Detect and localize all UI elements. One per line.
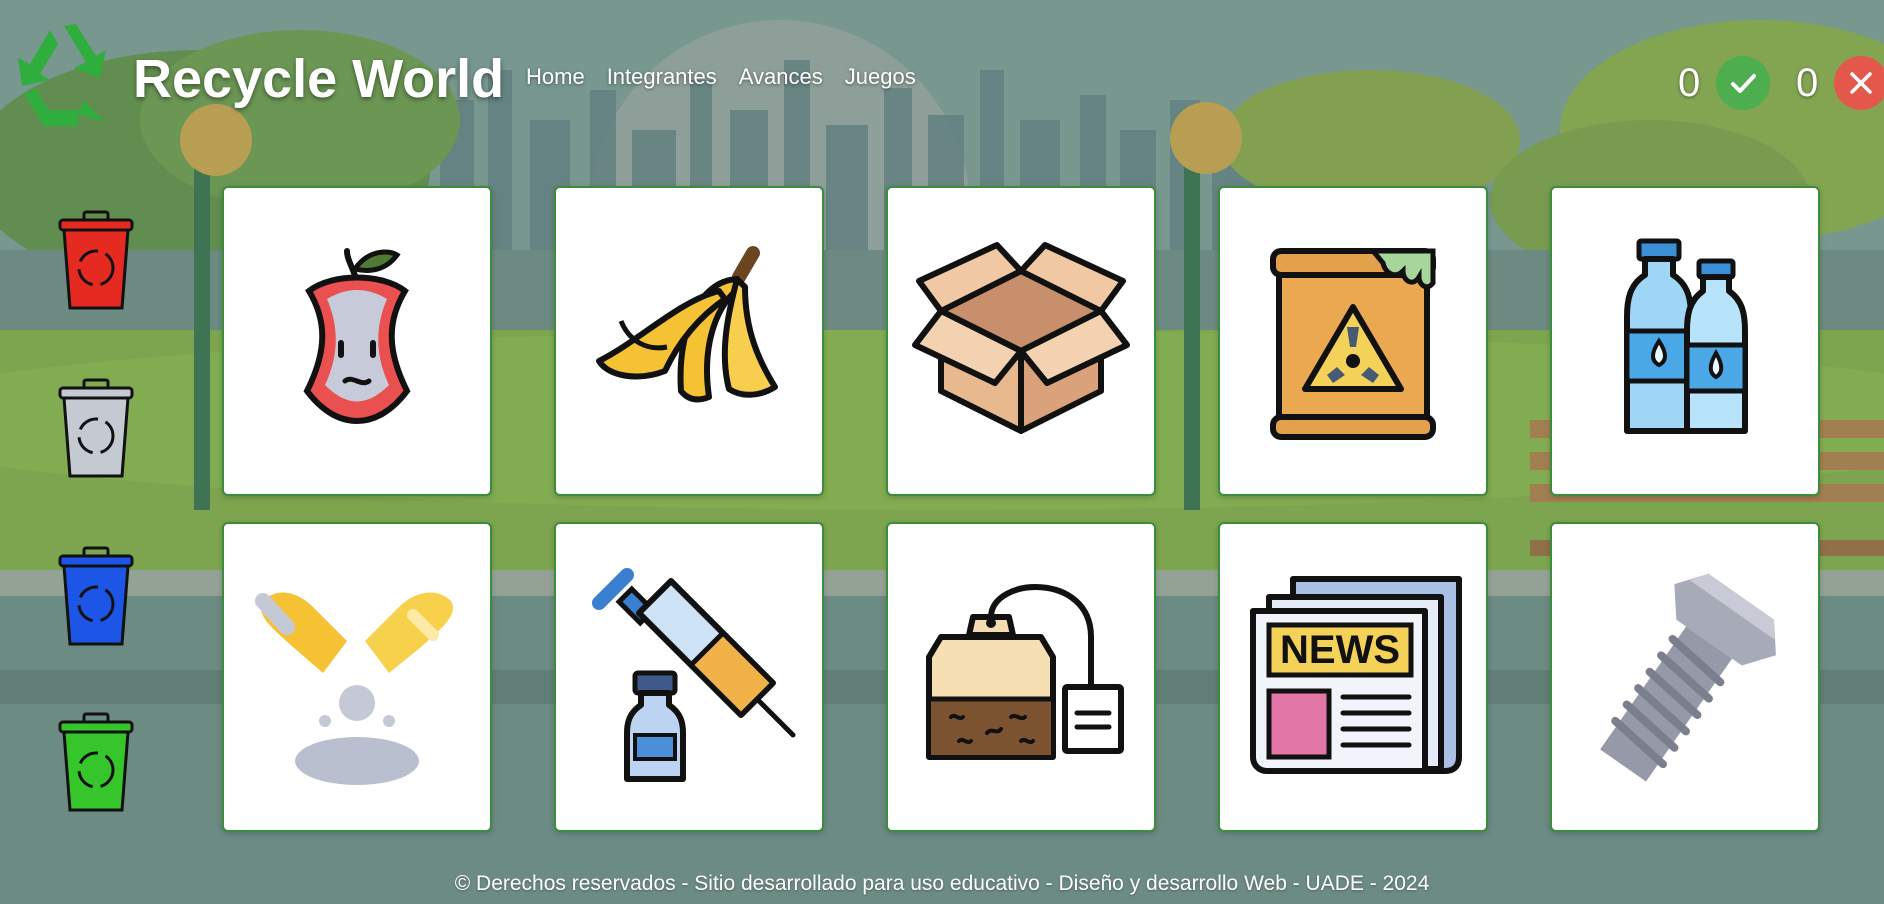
item-card-broken-egg[interactable]	[222, 522, 492, 832]
item-card-plastic-bottles[interactable]	[1550, 186, 1820, 496]
nav-juegos[interactable]: Juegos	[845, 64, 916, 90]
plastic-bottles-icon	[1624, 238, 1748, 434]
cardboard-box-icon	[912, 242, 1130, 434]
syringe-and-vial-icon	[592, 568, 796, 782]
item-card-apple-core[interactable]	[222, 186, 492, 496]
nav-home[interactable]: Home	[526, 64, 585, 90]
site-title[interactable]: Recycle World	[133, 48, 504, 110]
gray-recycle-bin-icon[interactable]	[54, 378, 138, 480]
banana-peel-icon	[596, 246, 778, 403]
item-card-syringe-vial[interactable]	[554, 522, 824, 832]
blue-recycle-bin-icon[interactable]	[54, 546, 138, 648]
newspaper-headline: NEWS	[1280, 628, 1400, 672]
close-icon	[1834, 56, 1884, 110]
item-card-banana-peel[interactable]	[554, 186, 824, 496]
metal-bolt-icon	[1600, 573, 1776, 782]
nav-avances[interactable]: Avances	[739, 64, 823, 90]
header: Recycle World Home Integrantes Avances J…	[0, 0, 1884, 160]
newspaper-icon: NEWS	[1250, 576, 1462, 774]
main-nav: Home Integrantes Avances Juegos	[526, 64, 916, 90]
correct-count: 0	[1678, 60, 1701, 105]
correct-score: 0	[1678, 56, 1771, 110]
green-recycle-bin-icon[interactable]	[54, 712, 138, 814]
apple-core-icon	[303, 248, 411, 424]
nav-integrantes[interactable]: Integrantes	[607, 64, 717, 90]
recycle-logo-icon[interactable]	[8, 22, 120, 130]
toxic-barrel-icon	[1270, 248, 1436, 440]
red-recycle-bin-icon[interactable]	[54, 210, 138, 312]
wrong-score: 0	[1796, 56, 1884, 110]
tea-bag-icon	[926, 584, 1124, 760]
footer-copyright: © Derechos reservados - Sitio desarrolla…	[454, 872, 1430, 895]
broken-egg-icon	[255, 592, 453, 785]
item-card-newspaper[interactable]: NEWS	[1218, 522, 1488, 832]
item-card-tea-bag[interactable]	[886, 522, 1156, 832]
wrong-count: 0	[1796, 60, 1819, 105]
item-card-metal-bolt[interactable]	[1550, 522, 1820, 832]
item-card-toxic-barrel[interactable]	[1218, 186, 1488, 496]
item-card-cardboard-box[interactable]	[886, 186, 1156, 496]
check-icon	[1716, 56, 1771, 110]
